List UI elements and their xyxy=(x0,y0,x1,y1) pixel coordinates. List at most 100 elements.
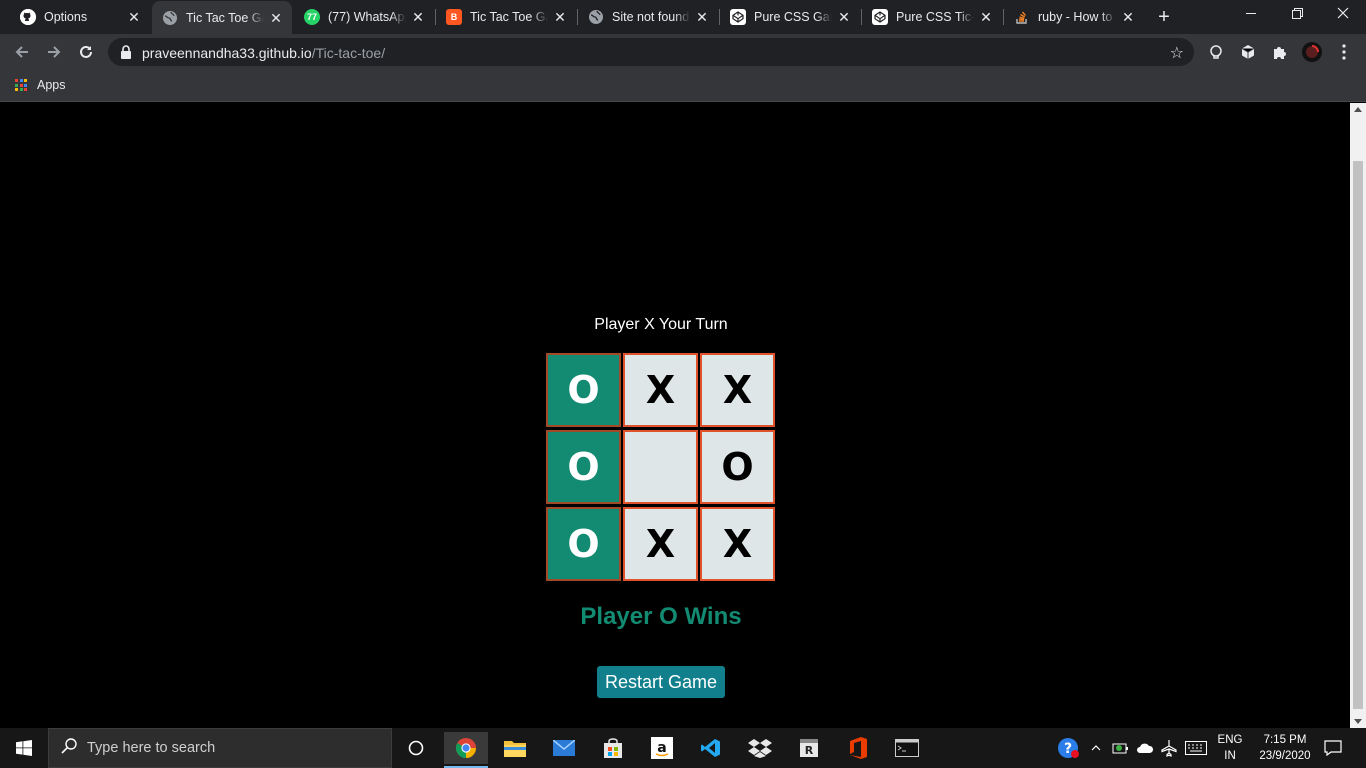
url-text: praveennandha33.github.io/Tic-tac-toe/ xyxy=(142,45,385,61)
tab-blogger[interactable]: B Tic Tac Toe Game ✕ xyxy=(436,0,576,34)
board-cell-8[interactable]: X xyxy=(700,507,775,581)
close-tab-icon[interactable]: ✕ xyxy=(410,9,426,25)
taskbar-store[interactable] xyxy=(591,732,635,764)
new-tab-button[interactable]: + xyxy=(1154,7,1174,27)
menu-kebab-icon[interactable] xyxy=(1334,42,1354,62)
taskbar-search-box[interactable]: Type here to search xyxy=(48,728,392,768)
close-tab-icon[interactable]: ✕ xyxy=(836,9,852,25)
scroll-up-arrow-icon[interactable] xyxy=(1354,107,1362,112)
apps-label: Apps xyxy=(37,78,66,92)
tab-title: Tic Tac Toe Game xyxy=(470,10,548,24)
input-language-indicator[interactable]: ENG IN xyxy=(1212,732,1248,764)
show-hidden-icons-chevron-icon[interactable] xyxy=(1086,728,1106,768)
taskbar-amazon[interactable]: a xyxy=(640,732,684,764)
windows-taskbar: Type here to search a R ? ENG IN 7:15 PM… xyxy=(0,728,1366,768)
taskbar-dropbox[interactable] xyxy=(738,732,782,764)
board-cell-7[interactable]: X xyxy=(623,507,698,581)
board-cell-0[interactable]: O xyxy=(546,353,621,427)
restore-button[interactable] xyxy=(1274,0,1320,30)
tab-tic-tac-toe-active[interactable]: Tic Tac Toe Game ✕ xyxy=(152,1,292,34)
page-content: Player X Your Turn O X X O O O X X Playe… xyxy=(0,103,1350,728)
close-tab-icon[interactable]: ✕ xyxy=(552,9,568,25)
lock-icon[interactable] xyxy=(120,45,132,64)
back-button[interactable] xyxy=(10,40,34,64)
arrow-left-icon xyxy=(15,46,28,58)
language-code: ENG xyxy=(1217,734,1243,746)
keyboard-icon[interactable] xyxy=(1182,728,1210,768)
vscode-icon xyxy=(701,739,720,757)
tab-site-not-found[interactable]: Site not found ✕ xyxy=(578,0,718,34)
board-cell-4[interactable] xyxy=(623,430,698,504)
board-cell-5[interactable]: O xyxy=(700,430,775,504)
bookmarks-bar: Apps xyxy=(0,70,1366,102)
board-cell-2[interactable]: X xyxy=(700,353,775,427)
close-window-button[interactable] xyxy=(1320,0,1366,30)
codepen-icon xyxy=(872,9,888,25)
clock-time: 7:15 PM xyxy=(1263,734,1307,746)
codepen-icon xyxy=(730,9,746,25)
extension-cube-icon[interactable] xyxy=(1238,42,1258,62)
tab-pure-css-game[interactable]: Pure CSS Game ✕ xyxy=(720,0,860,34)
globe-icon xyxy=(588,9,604,25)
action-center-icon[interactable] xyxy=(1320,728,1346,768)
close-tab-icon[interactable]: ✕ xyxy=(126,9,142,25)
dropbox-icon xyxy=(748,739,772,758)
board-cell-3[interactable]: O xyxy=(546,430,621,504)
turn-indicator: Player X Your Turn xyxy=(594,316,728,333)
tab-title: Tic Tac Toe Game xyxy=(186,10,264,25)
forward-button[interactable] xyxy=(42,40,66,64)
task-view-button[interactable] xyxy=(394,732,438,764)
onedrive-cloud-icon[interactable] xyxy=(1134,728,1156,768)
tab-pure-css-tic-tac[interactable]: Pure CSS Tic-tac ✕ xyxy=(862,0,1002,34)
battery-network-icon[interactable] xyxy=(1110,728,1132,768)
bookmark-star-icon[interactable]: ☆ xyxy=(1170,43,1184,63)
taskbar-app-r[interactable]: R xyxy=(787,732,831,764)
stackoverflow-icon xyxy=(1014,9,1030,25)
tab-ruby-stackoverflow[interactable]: ruby - How to ✕ xyxy=(1004,0,1144,34)
system-clock[interactable]: 7:15 PM 23/9/2020 xyxy=(1252,732,1318,764)
apps-shortcut[interactable]: Apps xyxy=(15,78,66,92)
board-cell-1[interactable]: X xyxy=(623,353,698,427)
address-bar[interactable]: praveennandha33.github.io/Tic-tac-toe/ ☆ xyxy=(108,38,1194,66)
extension-lightbulb-icon[interactable] xyxy=(1206,42,1226,62)
apps-grid-icon xyxy=(15,79,27,91)
help-icon[interactable]: ? xyxy=(1054,728,1082,768)
url-domain: praveennandha33.github.io xyxy=(142,45,312,61)
scroll-down-arrow-icon[interactable] xyxy=(1354,719,1362,724)
board-cell-6[interactable]: O xyxy=(546,507,621,581)
restart-game-button[interactable]: Restart Game xyxy=(597,666,725,698)
taskbar-vscode[interactable] xyxy=(689,732,733,764)
whatsapp-icon: 77 xyxy=(304,9,320,25)
close-tab-icon[interactable]: ✕ xyxy=(1120,9,1136,25)
svg-text:a: a xyxy=(657,740,666,756)
r-doc-icon: R xyxy=(800,739,818,757)
airplane-mode-icon[interactable] xyxy=(1158,728,1180,768)
mail-icon xyxy=(553,740,575,756)
reload-button[interactable] xyxy=(74,40,98,64)
start-button[interactable] xyxy=(0,728,48,768)
close-tab-icon[interactable]: ✕ xyxy=(268,10,284,26)
taskbar-terminal[interactable] xyxy=(885,732,929,764)
taskbar-file-explorer[interactable] xyxy=(493,732,537,764)
tab-title: Pure CSS Tic-tac xyxy=(896,10,974,24)
close-tab-icon[interactable]: ✕ xyxy=(978,9,994,25)
extensions-puzzle-icon[interactable] xyxy=(1270,42,1290,62)
globe-icon xyxy=(162,10,178,26)
svg-text:R: R xyxy=(805,744,814,757)
blogger-icon: B xyxy=(446,9,462,25)
url-path: /Tic-tac-toe/ xyxy=(311,45,386,61)
taskbar-chrome[interactable] xyxy=(444,732,488,768)
taskbar-mail[interactable] xyxy=(542,732,586,764)
profile-avatar[interactable] xyxy=(1302,42,1322,62)
store-bag-icon xyxy=(604,738,622,758)
tab-whatsapp[interactable]: 77 (77) WhatsApp ✕ xyxy=(294,0,434,34)
tab-title: Site not found xyxy=(612,10,690,24)
game-board: O X X O O O X X xyxy=(546,353,776,583)
scrollbar-thumb[interactable] xyxy=(1353,161,1363,709)
tab-options[interactable]: Options ✕ xyxy=(2,0,150,34)
close-tab-icon[interactable]: ✕ xyxy=(694,9,710,25)
minimize-button[interactable] xyxy=(1228,0,1274,30)
taskbar-office[interactable] xyxy=(836,732,880,764)
tab-strip: Options ✕ Tic Tac Toe Game ✕ 77 (77) Wha… xyxy=(0,0,1366,34)
page-scrollbar[interactable] xyxy=(1350,103,1366,728)
